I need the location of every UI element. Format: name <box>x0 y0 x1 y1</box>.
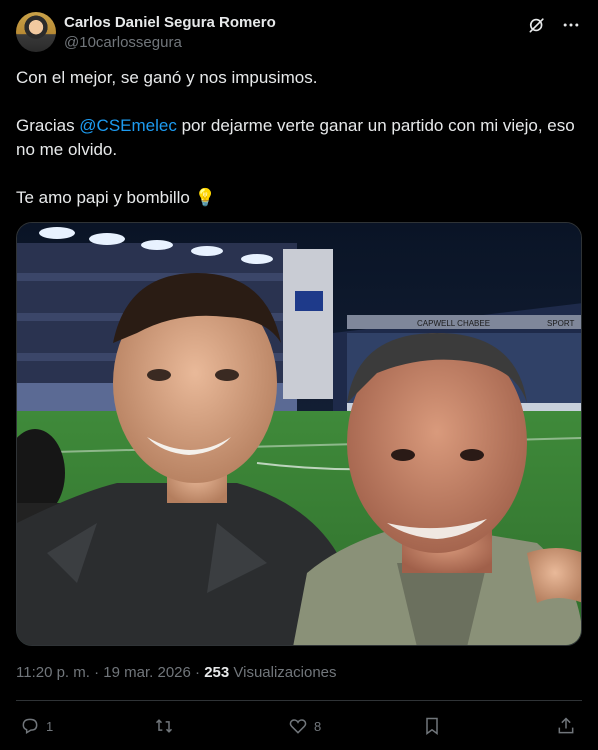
lightbulb-emoji: 💡 <box>194 188 216 207</box>
share-button[interactable] <box>556 712 576 740</box>
actions-divider <box>16 700 582 701</box>
post-photo[interactable]: CAPWELL CHABEE SPORT <box>16 222 582 646</box>
mention-link[interactable]: @CSEmelec <box>79 116 177 135</box>
board-right-text: SPORT <box>547 319 575 328</box>
post-line-3-text: Te amo papi y bombillo <box>16 188 190 207</box>
heart-icon <box>289 719 307 734</box>
author-name[interactable]: Carlos Daniel Segura Romero <box>64 14 276 31</box>
like-button[interactable]: 8 <box>288 712 321 740</box>
post-line-2-prefix: Gracias <box>16 116 80 135</box>
repost-button[interactable] <box>154 712 180 740</box>
views-count: 253 <box>204 664 230 681</box>
more-icon[interactable] <box>560 14 582 36</box>
like-count: 8 <box>314 718 322 734</box>
repost-icon <box>155 719 173 733</box>
post-text: Con el mejor, se ganó y nos impusimos. G… <box>16 66 582 234</box>
bookmark-button[interactable] <box>422 712 442 740</box>
post-line-2: Gracias @CSEmelec por dejarme verte gana… <box>16 114 582 162</box>
meta-separator-2: · <box>195 664 201 681</box>
author-handle[interactable]: @10carlossegura <box>64 34 182 51</box>
bookmark-icon <box>426 717 438 735</box>
post-time[interactable]: 11:20 p. m. <box>16 664 90 681</box>
reply-button[interactable]: 1 <box>20 712 53 740</box>
views-label: Visualizaciones <box>233 664 337 681</box>
header-actions <box>526 14 582 36</box>
meta-separator: · <box>94 664 100 681</box>
post-header: Carlos Daniel Segura Romero @10carlosseg… <box>16 12 582 54</box>
post-line-3: Te amo papi y bombillo 💡 <box>16 186 582 210</box>
share-icon <box>558 717 574 734</box>
reply-count: 1 <box>46 718 54 734</box>
reply-icon <box>22 718 38 734</box>
stand-banner-text: CAPWELL CHABEE <box>417 319 490 328</box>
grok-icon[interactable] <box>526 14 548 36</box>
post-line-1: Con el mejor, se ganó y nos impusimos. <box>16 68 318 87</box>
post-date[interactable]: 19 mar. 2026 <box>103 664 191 681</box>
avatar[interactable] <box>16 12 56 52</box>
stadium-selfie-image: CAPWELL CHABEE SPORT <box>17 223 581 645</box>
action-bar: 1 8 <box>16 712 582 740</box>
post-meta: 11:20 p. m. · 19 mar. 2026 · 253 Visuali… <box>16 664 337 681</box>
